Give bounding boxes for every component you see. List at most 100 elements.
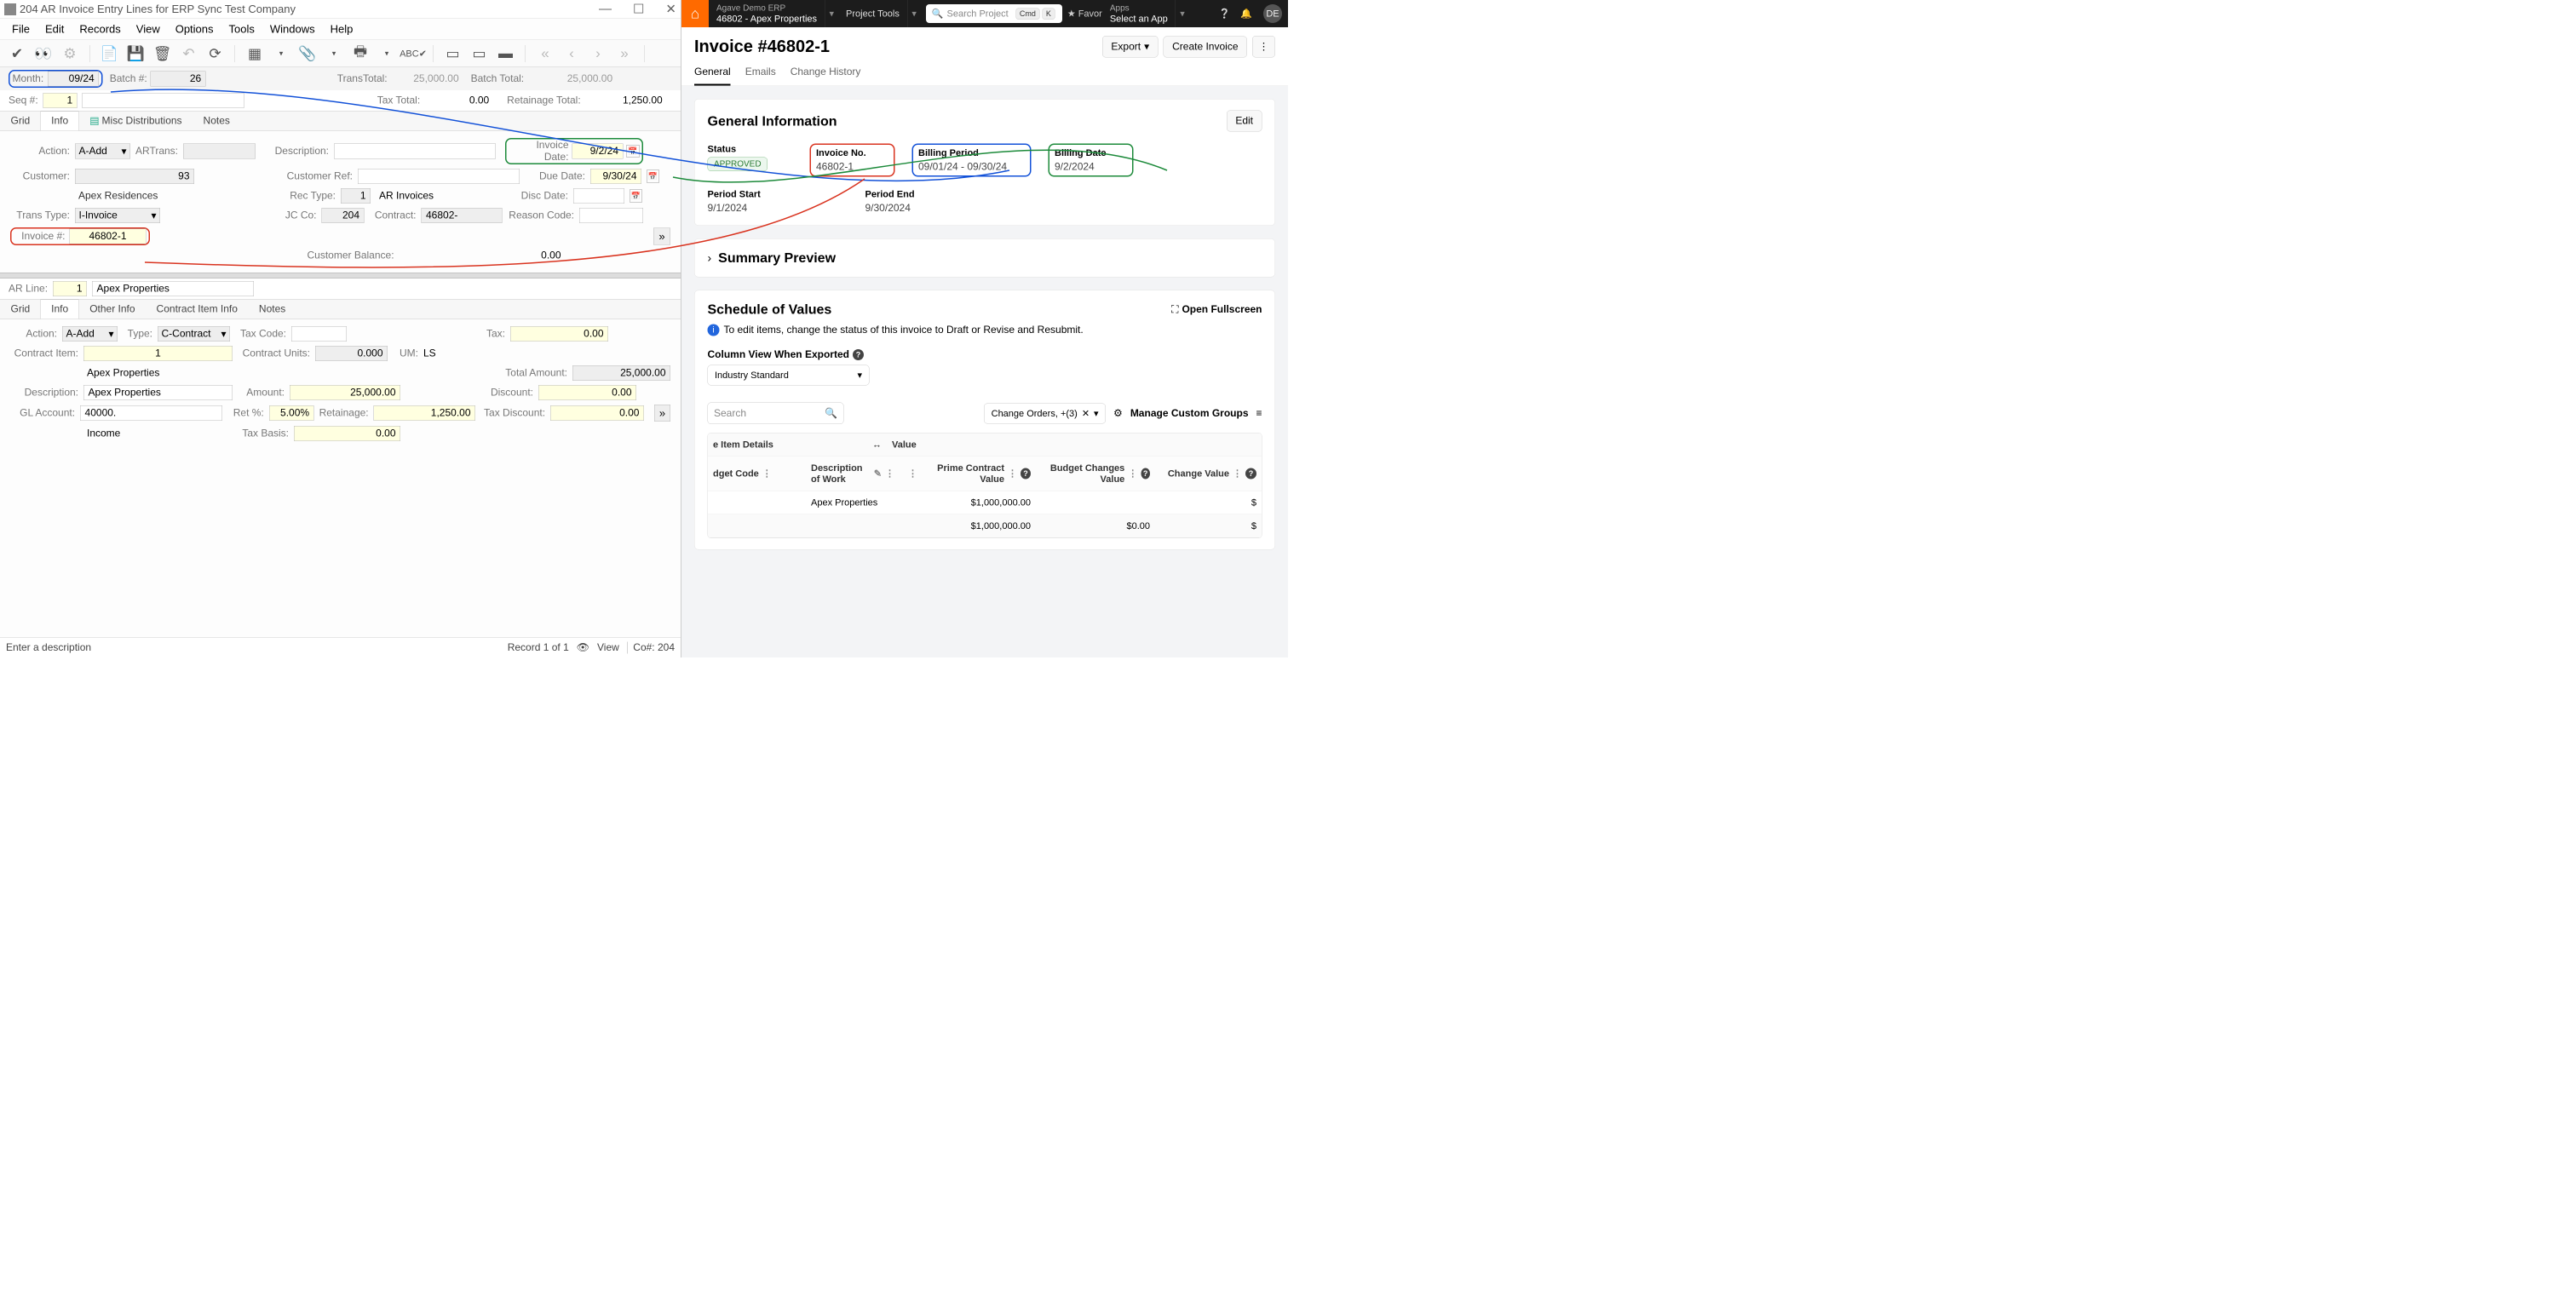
action-select[interactable]: A-Add▾ (75, 144, 130, 159)
line-desc-field[interactable]: Apex Properties (83, 385, 233, 400)
sliders-icon[interactable]: ≡ (1256, 407, 1262, 419)
tab-notes[interactable]: Notes (193, 112, 240, 131)
undo-icon[interactable]: ↶ (181, 45, 198, 62)
tab-general[interactable]: General (694, 66, 731, 86)
edit-button[interactable]: Edit (1227, 111, 1262, 132)
colview-select[interactable]: Industry Standard▾ (708, 365, 870, 386)
help-icon[interactable]: ❔ (1214, 9, 1236, 20)
attach-icon[interactable]: 📎 (299, 45, 316, 62)
arline-name[interactable]: Apex Properties (92, 281, 254, 296)
calendar-icon[interactable]: 📅 (627, 145, 640, 158)
contractitem-field[interactable]: 1 (83, 346, 233, 361)
calendar-icon[interactable]: 📅 (647, 170, 659, 183)
chevron-down-icon[interactable]: ▾ (378, 45, 395, 62)
line-tab-other[interactable]: Other Info (79, 300, 146, 319)
line-retainage-field[interactable]: 1,250.00 (374, 405, 475, 421)
search-input[interactable]: 🔍 Search Project Cmd K (926, 4, 1062, 23)
edit-icon[interactable]: ✎ (874, 468, 882, 479)
expand-icon[interactable]: » (653, 228, 670, 245)
tax-field[interactable]: 0.00 (510, 326, 608, 342)
tab-change-history[interactable]: Change History (791, 66, 861, 86)
expand-icon[interactable]: » (654, 405, 670, 422)
contract-field[interactable]: 46802- (422, 208, 503, 223)
print-icon[interactable]: 🖶 (352, 45, 369, 62)
bell-icon[interactable]: 🔔 (1235, 9, 1257, 20)
grid-icon[interactable]: ▦ (246, 45, 263, 62)
invdate-field[interactable]: 9/2/24 (572, 144, 624, 159)
chevron-down-icon[interactable]: ▾ (907, 9, 921, 20)
menu-view[interactable]: View (136, 23, 160, 37)
dots-icon[interactable]: ⋮ (1128, 468, 1137, 479)
dots-icon[interactable]: ⋮ (1008, 468, 1017, 479)
eye-icon[interactable]: 👁 (577, 641, 589, 654)
chevron-down-icon[interactable]: ▾ (273, 45, 290, 62)
jcco-field[interactable]: 204 (322, 208, 365, 223)
batch-field[interactable]: 26 (151, 72, 206, 87)
line-tab-contract[interactable]: Contract Item Info (146, 300, 248, 319)
gear-icon[interactable]: ⚙ (61, 45, 78, 62)
home-icon[interactable]: ⌂ (681, 0, 709, 27)
duedate-field[interactable]: 9/30/24 (590, 169, 641, 184)
close-icon[interactable]: ✕ (665, 2, 676, 17)
dots-icon[interactable]: ⋮ (885, 468, 894, 479)
arline-field[interactable]: 1 (53, 281, 87, 296)
help-icon[interactable]: ? (1021, 468, 1031, 479)
discdate-field[interactable] (573, 188, 624, 204)
first-icon[interactable]: « (537, 45, 554, 62)
clear-icon[interactable]: ✕ (1082, 408, 1090, 419)
desc-field[interactable] (334, 144, 496, 159)
maximize-icon[interactable]: ☐ (633, 2, 644, 17)
chevron-down-icon[interactable]: ▾ (825, 9, 839, 20)
star-icon[interactable]: ★ (1067, 9, 1076, 20)
discount-field[interactable]: 0.00 (538, 385, 636, 400)
new-icon[interactable]: 📄 (101, 45, 118, 62)
spellcheck-icon[interactable]: ABC✔ (405, 45, 422, 62)
line-action-select[interactable]: A-Add▾ (62, 326, 118, 342)
panel3-icon[interactable]: ▬ (497, 45, 515, 62)
help-icon[interactable]: ? (1245, 468, 1256, 479)
next-icon[interactable]: › (589, 45, 607, 62)
splitter[interactable] (0, 273, 681, 279)
minimize-icon[interactable]: — (599, 2, 612, 17)
export-button[interactable]: Export▾ (1102, 36, 1159, 58)
tab-emails[interactable]: Emails (745, 66, 776, 86)
line-type-select[interactable]: C-Contract▾ (158, 326, 230, 342)
menu-windows[interactable]: Windows (270, 23, 315, 37)
last-icon[interactable]: » (616, 45, 633, 62)
help-icon[interactable]: ? (1141, 468, 1150, 479)
dots-icon[interactable]: ⋮ (908, 468, 917, 479)
save-icon[interactable]: 💾 (128, 45, 145, 62)
project-picker[interactable]: Agave Demo ERP 46802 - Apex Properties (709, 0, 825, 27)
taxdisc-field[interactable]: 0.00 (550, 405, 644, 421)
delete-icon[interactable]: 🗑 (154, 45, 171, 62)
menu-help[interactable]: Help (331, 23, 354, 37)
create-invoice-button[interactable]: Create Invoice (1164, 36, 1247, 57)
tools-picker[interactable]: Project Tools (838, 0, 907, 27)
rectype-field[interactable]: 1 (341, 188, 371, 204)
menu-options[interactable]: Options (175, 23, 214, 37)
manage-groups-button[interactable]: Manage Custom Groups (1130, 407, 1249, 419)
custref-field[interactable] (358, 169, 520, 184)
panel1-icon[interactable]: ▭ (445, 45, 462, 62)
sov-search-input[interactable]: Search🔍 (708, 403, 844, 425)
menu-edit[interactable]: Edit (45, 23, 64, 37)
month-field[interactable]: 09/24 (48, 72, 99, 87)
reason-field[interactable] (579, 208, 643, 223)
transtype-select[interactable]: I-Invoice▾ (75, 208, 160, 223)
fullscreen-button[interactable]: Open Fullscreen (1182, 303, 1262, 315)
view-label[interactable]: View (597, 641, 619, 653)
filter-chip[interactable]: Change Orders, +(3) ✕ ▾ (984, 403, 1106, 423)
binoculars-icon[interactable]: 👀 (35, 45, 52, 62)
amount-field[interactable]: 25,000.00 (290, 385, 400, 400)
gl-field[interactable]: 40000. (80, 405, 222, 421)
customer-field[interactable]: 93 (75, 169, 194, 184)
taxcode-field[interactable] (291, 326, 347, 342)
taxbasis-field[interactable]: 0.00 (294, 426, 400, 441)
chevron-down-icon[interactable]: ▾ (325, 45, 342, 62)
check-icon[interactable]: ✔ (9, 45, 26, 62)
dots-icon[interactable]: ⋮ (1233, 468, 1242, 479)
tab-misc[interactable]: ▤Misc Distributions (79, 111, 193, 131)
help-icon[interactable]: ? (853, 349, 864, 360)
chevron-right-icon[interactable]: › (708, 251, 712, 265)
resize-icon[interactable]: ↔ (872, 439, 882, 451)
